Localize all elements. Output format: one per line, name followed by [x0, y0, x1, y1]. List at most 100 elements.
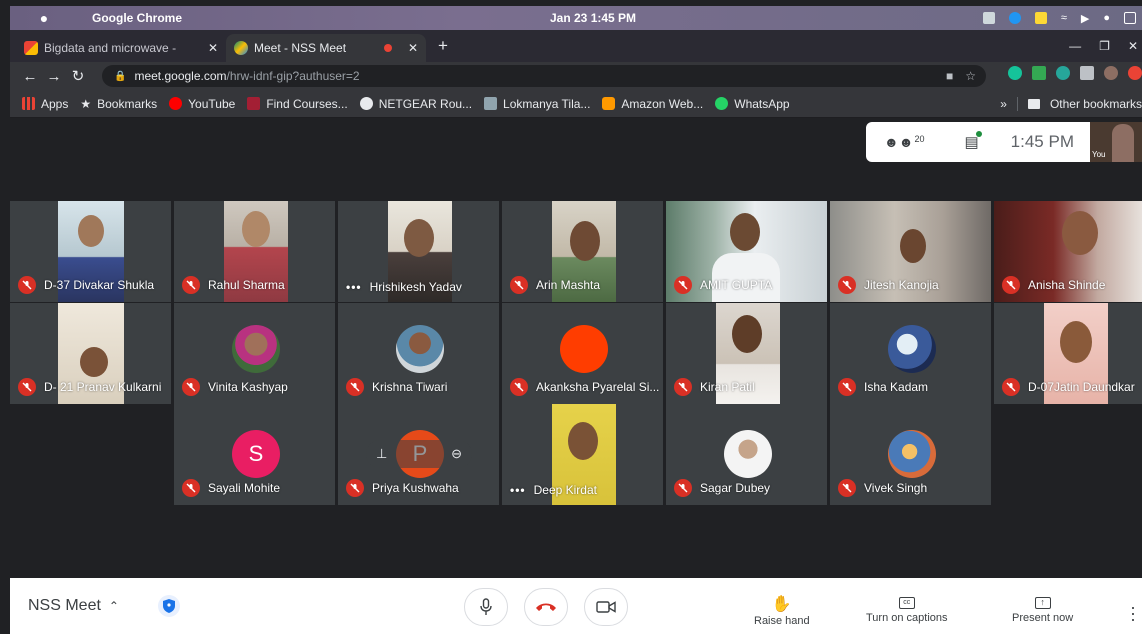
more-options-icon[interactable]: · · ·	[1130, 598, 1136, 628]
participant-tile[interactable]: D-37 Divakar Shukla	[10, 201, 171, 302]
mic-muted-icon	[182, 378, 200, 396]
more-bookmarks-chevron[interactable]: »	[1000, 97, 1007, 111]
back-icon[interactable]: ←	[18, 68, 42, 85]
meeting-details-button[interactable]: NSS Meet ⌃	[28, 597, 119, 615]
bookmark-amazon[interactable]: Amazon Web...	[602, 97, 703, 111]
face	[900, 229, 926, 263]
forward-icon[interactable]: →	[42, 68, 66, 85]
participant-tile[interactable]: Akanksha Pyarelal Si...	[502, 303, 663, 404]
active-app-name[interactable]: Google Chrome	[92, 11, 182, 25]
volume-icon[interactable]: ▶	[1081, 12, 1089, 25]
participant-tile[interactable]: P ⊥ ⊖ Priya Kushwaha	[338, 404, 499, 505]
close-tab-icon[interactable]: ✕	[408, 41, 418, 55]
minimize-icon[interactable]: —	[1069, 39, 1081, 53]
reload-icon[interactable]: ↻	[66, 67, 90, 85]
eye-extension-icon[interactable]	[1056, 66, 1070, 80]
tab-bigdata[interactable]: Bigdata and microwave - ✕	[16, 34, 226, 62]
bookmark-bookmarks[interactable]: ★ Bookmarks	[80, 97, 157, 111]
remove-icon[interactable]: ⊖	[451, 446, 462, 462]
participant-tile[interactable]: Anisha Shinde	[994, 201, 1142, 302]
tile-hover-controls: ⊥ ⊖	[366, 440, 472, 468]
mic-muted-icon	[510, 276, 528, 294]
system-clock[interactable]: Jan 23 1:45 PM	[550, 11, 636, 25]
participant-tile[interactable]: Vinita Kashyap	[174, 303, 335, 404]
participant-tile[interactable]: Krishna Tiwari	[338, 303, 499, 404]
participant-tile[interactable]: Kiran Patil	[666, 303, 827, 404]
participant-name: Vinita Kashyap	[208, 380, 288, 394]
profile-photo	[396, 325, 444, 373]
tab-meet[interactable]: Meet - NSS Meet ✕	[226, 34, 426, 62]
tile-label: D-07Jatin Daundkar	[1002, 378, 1135, 396]
extensions	[1008, 66, 1142, 80]
participant-tile[interactable]: S Sayali Mohite	[174, 404, 335, 505]
battery-icon[interactable]	[1124, 12, 1136, 24]
bookmark-youtube[interactable]: YouTube	[169, 97, 235, 111]
participant-tile[interactable]: D-07Jatin Daundkar	[994, 303, 1142, 404]
chat-button[interactable]: ▤	[964, 131, 982, 151]
globe-icon	[359, 97, 373, 110]
other-bookmarks[interactable]: Other bookmarks	[1050, 97, 1142, 111]
mic-toggle-button[interactable]	[464, 588, 508, 626]
face	[404, 219, 434, 257]
participant-tile[interactable]: Sagar Dubey	[666, 404, 827, 505]
restore-icon[interactable]: ❐	[1099, 39, 1110, 53]
profile-avatar-icon[interactable]	[1104, 66, 1118, 80]
close-tab-icon[interactable]: ✕	[208, 41, 218, 55]
camera-toggle-button[interactable]	[584, 588, 628, 626]
wifi-icon[interactable]: ≈	[1061, 12, 1067, 24]
participant-tile[interactable]: Jitesh Kanojia	[830, 201, 991, 302]
tile-label: Jitesh Kanojia	[838, 276, 939, 294]
bookmark-find-courses[interactable]: Find Courses...	[247, 97, 348, 111]
apple-icon[interactable]: ●	[36, 10, 52, 26]
puzzle-icon[interactable]	[1080, 66, 1094, 80]
bluetooth-icon[interactable]	[1008, 12, 1021, 24]
bookmark-star-icon[interactable]: ☆	[965, 69, 976, 83]
self-video	[1112, 124, 1134, 162]
captions-button[interactable]: cc Turn on captions	[866, 594, 948, 624]
screen-icon[interactable]	[982, 12, 995, 24]
grammarly-icon[interactable]	[1008, 66, 1022, 80]
pin-icon[interactable]: ⊥	[376, 446, 387, 462]
mic-muted-icon	[674, 276, 692, 294]
host-controls-shield-icon[interactable]	[158, 595, 180, 617]
present-icon: ↑	[1034, 597, 1051, 609]
participant-tile[interactable]: D- 21 Pranav Kulkarni	[10, 303, 171, 404]
tile-label: Krishna Tiwari	[346, 378, 447, 396]
bookmark-lokmanya[interactable]: Lokmanya Tila...	[484, 97, 590, 111]
notes-icon[interactable]	[1034, 12, 1047, 24]
check-icon[interactable]	[1032, 66, 1046, 80]
participants-button[interactable]: ☻☻ 20	[884, 134, 924, 150]
meeting-info-bar: ☻☻ 20 ▤ 1:45 PM You	[866, 122, 1142, 162]
self-label: You	[1092, 150, 1106, 159]
hang-up-icon	[536, 603, 556, 611]
participant-tile[interactable]: Rahul Sharma	[174, 201, 335, 302]
participant-tile[interactable]: ••• Deep Kirdat	[502, 404, 663, 505]
face	[78, 215, 104, 247]
participant-tile[interactable]: Vivek Singh	[830, 404, 991, 505]
mic-tray-icon[interactable]: ●	[1103, 12, 1110, 24]
extension-red-icon[interactable]	[1128, 66, 1142, 80]
participant-name: Akanksha Pyarelal Si...	[536, 380, 660, 394]
raise-hand-button[interactable]: ✋ Raise hand	[754, 594, 810, 627]
url-host: meet.google.com	[134, 69, 227, 83]
bookmark-whatsapp[interactable]: WhatsApp	[715, 97, 790, 111]
mic-muted-icon	[182, 479, 200, 497]
present-now-button[interactable]: ↑ Present now	[1012, 594, 1073, 624]
participant-tile[interactable]: Isha Kadam	[830, 303, 991, 404]
bookmark-netgear[interactable]: NETGEAR Rou...	[359, 97, 472, 111]
mic-muted-icon	[838, 378, 856, 396]
self-view[interactable]: You	[1090, 122, 1142, 162]
leave-call-button[interactable]	[524, 588, 568, 626]
mic-muted-icon	[346, 479, 364, 497]
window-close-icon[interactable]: ✕	[1128, 39, 1138, 53]
participant-tile[interactable]: AMIT GUPTA	[666, 201, 827, 302]
apps-grid-icon	[22, 97, 35, 110]
address-bar[interactable]: 🔒 meet.google.com /hrw-idnf-gip?authuser…	[102, 65, 986, 87]
participant-tile[interactable]: ••• Hrishikesh Yadav	[338, 201, 499, 302]
participant-tile[interactable]: Arin Mashta	[502, 201, 663, 302]
camera-in-use-icon[interactable]: ■	[946, 69, 953, 83]
bookmark-apps[interactable]: Apps	[22, 97, 68, 111]
lock-icon[interactable]: 🔒	[114, 71, 126, 82]
meet-icon	[234, 41, 248, 55]
new-tab-button[interactable]: +	[438, 36, 448, 56]
